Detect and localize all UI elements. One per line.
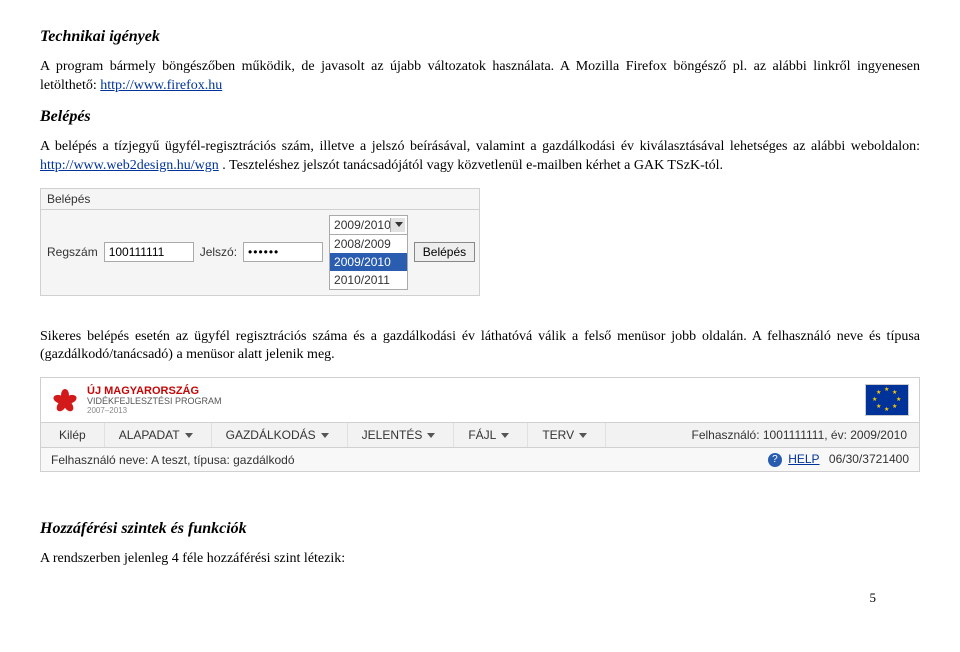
- year-options: 2008/2009 2009/2010 2010/2011: [329, 235, 408, 290]
- subbar: Felhasználó neve: A teszt, típusa: gazdá…: [40, 448, 920, 472]
- subbar-right: ? HELP 06/30/3721400: [768, 452, 909, 467]
- reg-input[interactable]: [104, 242, 194, 262]
- page-number: 5: [870, 590, 877, 606]
- reg-label: Regszám: [47, 245, 98, 259]
- heading-login: Belépés: [40, 108, 920, 126]
- menu-logout[interactable]: Kilép: [41, 423, 105, 447]
- menu-label: ALAPADAT: [119, 428, 180, 442]
- help-link[interactable]: HELP: [788, 452, 819, 466]
- chevron-down-icon: [395, 222, 403, 227]
- login-panel-title: Belépés: [40, 188, 480, 209]
- menu-jelentes[interactable]: JELENTÉS: [348, 423, 455, 447]
- paragraph-login: A belépés a tízjegyű ügyfél-regisztráció…: [40, 138, 920, 176]
- subbar-left: Felhasználó neve: A teszt, típusa: gazdá…: [51, 453, 295, 467]
- chevron-down-icon: [185, 433, 193, 438]
- year-option[interactable]: 2010/2011: [330, 271, 407, 289]
- year-option[interactable]: 2008/2009: [330, 235, 407, 253]
- user-info: Felhasználó: 1001111111, év: 2009/2010: [679, 423, 919, 447]
- heading-access: Hozzáférési szintek és funkciók: [40, 520, 920, 538]
- menu-label: JELENTÉS: [362, 428, 423, 442]
- firefox-link[interactable]: http://www.firefox.hu: [100, 78, 222, 93]
- heading-technical: Technikai igények: [40, 28, 920, 46]
- app-logo-text: ÚJ MAGYARORSZÁG VIDÉKFEJLESZTÉSI PROGRAM…: [87, 386, 222, 415]
- password-label: Jelszó:: [200, 245, 237, 259]
- paragraph-login-text: A belépés a tízjegyű ügyfél-regisztráció…: [40, 139, 920, 154]
- password-input[interactable]: [243, 242, 323, 262]
- banner-line3: 2007–2013: [87, 407, 222, 415]
- flower-icon: [51, 386, 79, 414]
- paragraph-access: A rendszerben jelenleg 4 féle hozzáférés…: [40, 550, 920, 569]
- menu-label: FÁJL: [468, 428, 496, 442]
- menu-label: GAZDÁLKODÁS: [226, 428, 316, 442]
- app-logo: ÚJ MAGYARORSZÁG VIDÉKFEJLESZTÉSI PROGRAM…: [51, 386, 222, 415]
- login-panel: Belépés Regszám Jelszó: 2009/2010 2008/2…: [40, 188, 480, 296]
- paragraph-login-tail: . Teszteléshez jelszót tanácsadójától va…: [222, 158, 723, 173]
- chevron-down-icon: [501, 433, 509, 438]
- subbar-date: 06/30/3721400: [829, 452, 909, 466]
- chevron-down-icon: [579, 433, 587, 438]
- menu-label: TERV: [542, 428, 574, 442]
- paragraph-browser: A program bármely böngészőben működik, d…: [40, 58, 920, 96]
- menubar: Kilép ALAPADAT GAZDÁLKODÁS JELENTÉS FÁJL…: [40, 423, 920, 448]
- login-url-link[interactable]: http://www.web2design.hu/wgn: [40, 158, 219, 173]
- chevron-down-icon: [427, 433, 435, 438]
- year-select[interactable]: 2009/2010 2008/2009 2009/2010 2010/2011: [329, 215, 408, 290]
- chevron-down-icon: [321, 433, 329, 438]
- login-button[interactable]: Belépés: [414, 242, 475, 262]
- menu-alapadat[interactable]: ALAPADAT: [105, 423, 212, 447]
- eu-flag-icon: ★ ★ ★ ★ ★ ★ ★ ★: [865, 384, 909, 416]
- menu-terv[interactable]: TERV: [528, 423, 606, 447]
- year-option[interactable]: 2009/2010: [330, 253, 407, 271]
- login-panel-row: Regszám Jelszó: 2009/2010 2008/2009 2009…: [40, 209, 480, 296]
- help-icon[interactable]: ?: [768, 453, 782, 467]
- menu-gazdalkodas[interactable]: GAZDÁLKODÁS: [212, 423, 348, 447]
- app-banner: ÚJ MAGYARORSZÁG VIDÉKFEJLESZTÉSI PROGRAM…: [40, 377, 920, 423]
- menu-fajl[interactable]: FÁJL: [454, 423, 528, 447]
- paragraph-success: Sikeres belépés esetén az ügyfél regiszt…: [40, 328, 920, 366]
